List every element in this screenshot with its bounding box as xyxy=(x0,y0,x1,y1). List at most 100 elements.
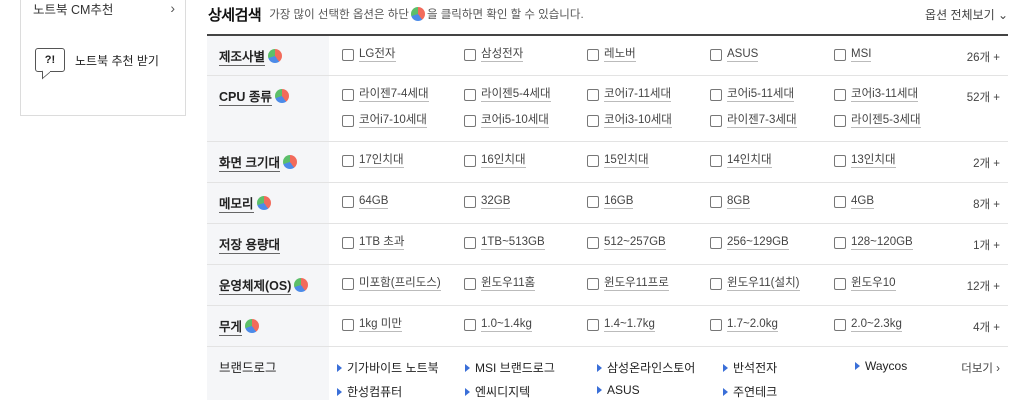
checkbox[interactable] xyxy=(710,155,722,167)
filter-option[interactable]: 4GB xyxy=(834,195,875,209)
brandlog-link[interactable]: 반석전자 xyxy=(723,359,777,376)
checkbox[interactable] xyxy=(464,49,476,61)
brandlog-more-link[interactable]: 더보기 › xyxy=(961,360,1000,376)
filter-option[interactable]: 코어i5-10세대 xyxy=(464,114,549,128)
checkbox[interactable] xyxy=(710,89,722,101)
checkbox[interactable] xyxy=(834,115,846,127)
checkbox[interactable] xyxy=(587,115,599,127)
filter-option[interactable]: 1TB~513GB xyxy=(464,236,545,250)
filter-count-expand[interactable]: 2개 + xyxy=(973,155,1000,171)
filter-row-label[interactable]: 화면 크기대 xyxy=(219,152,297,173)
checkbox[interactable] xyxy=(834,196,846,208)
filter-option[interactable]: 1.4~1.7kg xyxy=(587,318,655,332)
filter-option[interactable]: 미포함(프리도스) xyxy=(342,277,441,291)
filter-option[interactable]: 14인치대 xyxy=(710,154,772,168)
filter-option[interactable]: 코어i3-10세대 xyxy=(587,114,672,128)
filter-option[interactable]: 1kg 미만 xyxy=(342,318,402,332)
checkbox[interactable] xyxy=(710,237,722,249)
filter-option[interactable]: 삼성전자 xyxy=(464,48,524,62)
brandlog-link[interactable]: 주연테크 xyxy=(723,383,777,400)
filter-option[interactable]: 라이젠5-4세대 xyxy=(464,88,551,102)
filter-option[interactable]: 256~129GB xyxy=(710,236,789,250)
pie-chart-icon[interactable] xyxy=(245,319,260,333)
checkbox[interactable] xyxy=(342,49,354,61)
filter-option[interactable]: 128~120GB xyxy=(834,236,913,250)
filter-option[interactable]: 13인치대 xyxy=(834,154,896,168)
filter-option[interactable]: LG전자 xyxy=(342,48,396,62)
checkbox[interactable] xyxy=(834,319,846,331)
filter-option[interactable]: 1.7~2.0kg xyxy=(710,318,778,332)
pie-chart-icon[interactable] xyxy=(256,196,271,210)
checkbox[interactable] xyxy=(587,278,599,290)
filter-count-expand[interactable]: 4개 + xyxy=(973,319,1000,335)
filter-option[interactable]: 라이젠7-4세대 xyxy=(342,88,429,102)
checkbox[interactable] xyxy=(342,278,354,290)
filter-option[interactable]: 16GB xyxy=(587,195,634,209)
checkbox[interactable] xyxy=(342,196,354,208)
filter-row-label[interactable]: 저장 용량대 xyxy=(219,234,280,255)
filter-option[interactable]: 윈도우11홈 xyxy=(464,277,536,291)
filter-option[interactable]: 1.0~1.4kg xyxy=(464,318,532,332)
checkbox[interactable] xyxy=(587,49,599,61)
checkbox[interactable] xyxy=(342,237,354,249)
filter-row-label[interactable]: 제조사별 xyxy=(219,46,283,67)
checkbox[interactable] xyxy=(464,278,476,290)
filter-option[interactable]: 코어i5-11세대 xyxy=(710,88,795,102)
checkbox[interactable] xyxy=(834,237,846,249)
brandlog-link[interactable]: Waycos xyxy=(855,359,907,373)
checkbox[interactable] xyxy=(342,155,354,167)
filter-option[interactable]: ASUS xyxy=(710,48,759,62)
checkbox[interactable] xyxy=(834,155,846,167)
checkbox[interactable] xyxy=(464,196,476,208)
checkbox[interactable] xyxy=(464,237,476,249)
filter-count-expand[interactable]: 52개 + xyxy=(967,89,1000,105)
pie-chart-icon[interactable] xyxy=(282,155,297,169)
pie-chart-icon[interactable] xyxy=(294,278,309,292)
filter-row-label[interactable]: 무게 xyxy=(219,316,260,337)
checkbox[interactable] xyxy=(587,237,599,249)
laptop-recommend-button[interactable]: ?! 노트북 추천 받기 xyxy=(35,48,159,72)
filter-option[interactable]: 17인치대 xyxy=(342,154,404,168)
filter-count-expand[interactable]: 8개 + xyxy=(973,196,1000,212)
filter-option[interactable]: 윈도우10 xyxy=(834,277,896,291)
brandlog-link[interactable]: ASUS xyxy=(597,383,640,397)
checkbox[interactable] xyxy=(587,89,599,101)
checkbox[interactable] xyxy=(342,319,354,331)
all-options-toggle[interactable]: 옵션 전체보기 ⌄ xyxy=(925,6,1008,23)
checkbox[interactable] xyxy=(710,319,722,331)
checkbox[interactable] xyxy=(587,196,599,208)
filter-option[interactable]: 코어i7-10세대 xyxy=(342,114,427,128)
checkbox[interactable] xyxy=(464,89,476,101)
filter-option[interactable]: 코어i3-11세대 xyxy=(834,88,919,102)
filter-count-expand[interactable]: 12개 + xyxy=(967,278,1000,294)
checkbox[interactable] xyxy=(464,155,476,167)
checkbox[interactable] xyxy=(342,115,354,127)
brandlog-link[interactable]: 삼성온라인스토어 xyxy=(597,359,695,376)
filter-option[interactable]: 15인치대 xyxy=(587,154,649,168)
filter-option[interactable]: 코어i7-11세대 xyxy=(587,88,672,102)
filter-option[interactable]: 1TB 초과 xyxy=(342,236,405,250)
checkbox[interactable] xyxy=(710,196,722,208)
checkbox[interactable] xyxy=(587,155,599,167)
checkbox[interactable] xyxy=(834,49,846,61)
checkbox[interactable] xyxy=(464,115,476,127)
brandlog-link[interactable]: MSI 브랜드로그 xyxy=(465,359,555,376)
brandlog-link[interactable]: 엔씨디지텍 xyxy=(465,383,530,400)
checkbox[interactable] xyxy=(834,89,846,101)
checkbox[interactable] xyxy=(464,319,476,331)
filter-count-expand[interactable]: 1개 + xyxy=(973,237,1000,253)
filter-option[interactable]: 64GB xyxy=(342,195,389,209)
checkbox[interactable] xyxy=(342,89,354,101)
checkbox[interactable] xyxy=(710,49,722,61)
filter-count-expand[interactable]: 26개 + xyxy=(967,49,1000,65)
sidebar-cm-link[interactable]: 노트북 CM추천 › xyxy=(33,0,183,20)
checkbox[interactable] xyxy=(710,278,722,290)
filter-option[interactable]: 윈도우11프로 xyxy=(587,277,669,291)
checkbox[interactable] xyxy=(587,319,599,331)
checkbox[interactable] xyxy=(834,278,846,290)
filter-row-label[interactable]: 운영체제(OS) xyxy=(219,275,309,296)
checkbox[interactable] xyxy=(710,115,722,127)
pie-chart-icon[interactable] xyxy=(274,89,289,103)
filter-option[interactable]: 윈도우11(설치) xyxy=(710,277,800,291)
filter-option[interactable]: 8GB xyxy=(710,195,751,209)
